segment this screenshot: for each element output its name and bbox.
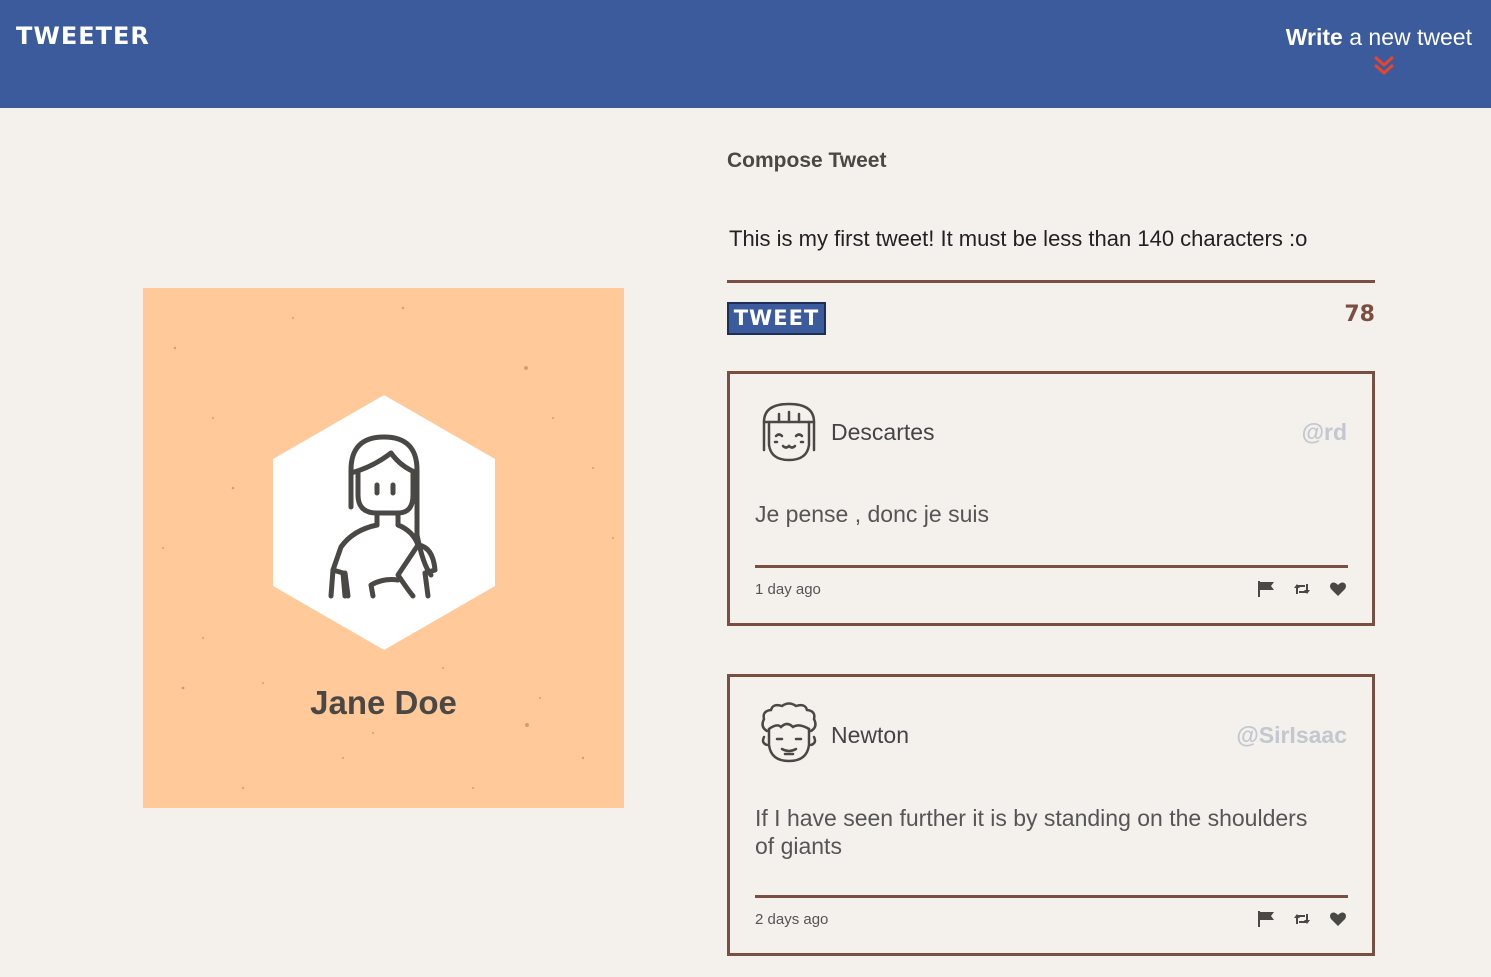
compose-textarea[interactable]: This is my first tweet! It must be less … — [729, 226, 1375, 252]
compose-underline — [727, 280, 1375, 283]
tweet-actions — [1257, 580, 1347, 600]
tweet-author-handle[interactable]: @rd — [1302, 419, 1347, 446]
tweet-author-name[interactable]: Newton — [831, 722, 909, 749]
newton-avatar-icon — [761, 702, 817, 763]
tweet-timestamp: 1 day ago — [755, 581, 821, 598]
tweet-content: Je pense , donc je suis — [755, 501, 989, 527]
tweet-content: If I have seen further it is by standing… — [755, 805, 1308, 859]
tweet-author-name[interactable]: Descartes — [831, 419, 935, 446]
write-label-rest: a new tweet — [1342, 24, 1472, 50]
profile-card: Jane Doe — [143, 288, 624, 808]
double-chevron-down-icon[interactable] — [1373, 54, 1395, 76]
profile-name: Jane Doe — [310, 684, 457, 721]
tweet-card: Newton @SirIsaac If I have seen further … — [727, 674, 1375, 956]
flag-icon[interactable] — [1257, 580, 1275, 598]
user-avatar-icon — [273, 395, 495, 650]
navbar: TWEETER Write a new tweet — [0, 0, 1491, 108]
tweet-divider — [755, 565, 1348, 568]
tweet-button[interactable]: TWEET — [727, 302, 826, 335]
write-label-bold: Write — [1285, 24, 1343, 50]
retweet-icon[interactable] — [1293, 580, 1311, 598]
tweet-timestamp: 2 days ago — [755, 911, 829, 928]
retweet-icon[interactable] — [1293, 910, 1311, 928]
compose-title: Compose Tweet — [727, 149, 887, 172]
brand-logo[interactable]: TWEETER — [16, 22, 150, 50]
tweet-card: Descartes @rd Je pense , donc je suis 1 … — [727, 371, 1375, 626]
character-counter: 78 — [1344, 302, 1375, 327]
flag-icon[interactable] — [1257, 910, 1275, 928]
heart-icon[interactable] — [1329, 910, 1347, 928]
write-new-tweet-link[interactable]: Write a new tweet — [1286, 24, 1472, 51]
tweet-author-handle[interactable]: @SirIsaac — [1236, 722, 1347, 749]
heart-icon[interactable] — [1329, 580, 1347, 598]
tweet-divider — [755, 895, 1348, 898]
tweet-actions — [1257, 910, 1347, 930]
descartes-avatar-icon — [762, 402, 816, 462]
